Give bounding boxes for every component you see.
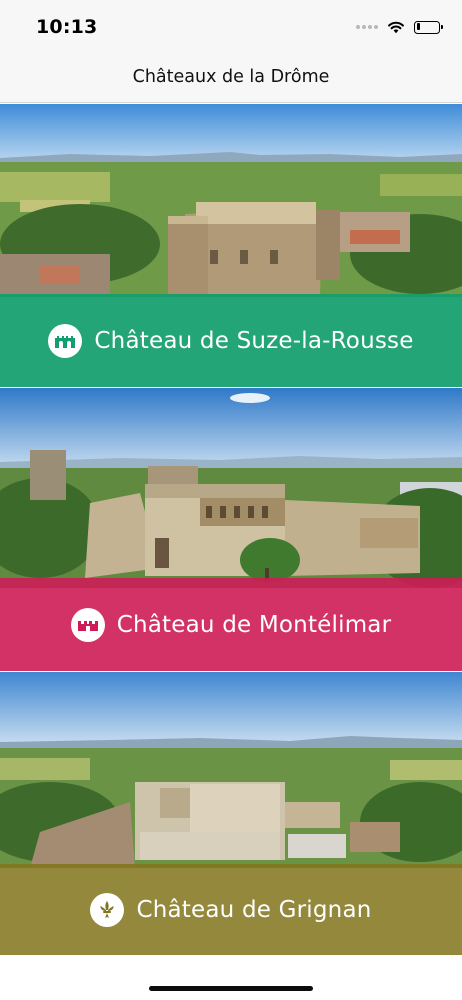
chateau-title: Château de Grignan bbox=[136, 896, 372, 923]
home-area bbox=[0, 956, 462, 1000]
card-banner: Château de Grignan bbox=[0, 864, 462, 955]
card-banner: Château de Suze-la-Rousse bbox=[0, 294, 462, 387]
chateau-card-grignan[interactable]: Château de Grignan bbox=[0, 672, 462, 955]
castle-arches-icon bbox=[48, 323, 83, 358]
status-time: 10:13 bbox=[36, 16, 98, 38]
battery-icon bbox=[414, 20, 443, 34]
card-banner: Château de Montélimar bbox=[0, 578, 462, 671]
chateau-title: Château de Montélimar bbox=[116, 611, 392, 638]
chateau-card-suze-la-rousse[interactable]: Château de Suze-la-Rousse bbox=[0, 104, 462, 387]
chateau-title: Château de Suze-la-Rousse bbox=[94, 327, 414, 354]
fleur-de-lis-icon bbox=[90, 892, 125, 927]
home-indicator[interactable] bbox=[149, 986, 313, 991]
status-icons bbox=[356, 17, 443, 37]
castle-battlements-icon bbox=[70, 607, 105, 642]
wifi-icon bbox=[388, 21, 404, 34]
navigation-bar: Châteaux de la Drôme bbox=[0, 56, 462, 103]
cellular-signal-icon bbox=[356, 25, 378, 29]
chateau-card-montelimar[interactable]: Château de Montélimar bbox=[0, 388, 462, 671]
screen: 10:13 Châteaux de la Drôme Château de Su… bbox=[0, 0, 462, 1000]
status-bar: 10:13 bbox=[0, 0, 462, 56]
page-title: Châteaux de la Drôme bbox=[132, 67, 330, 87]
